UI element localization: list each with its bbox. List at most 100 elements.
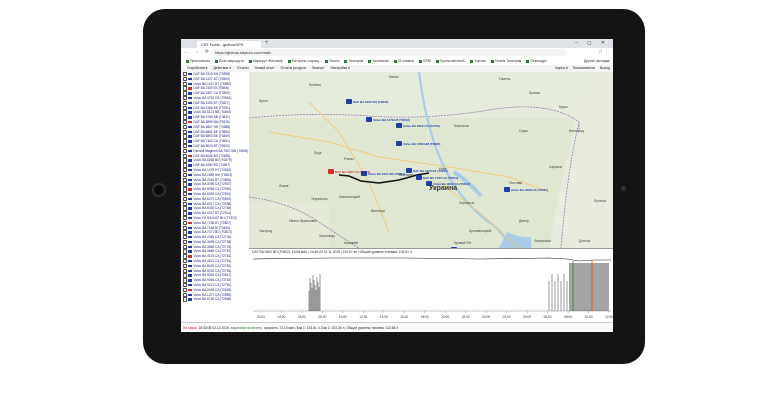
vehicle-checkbox[interactable] [183,182,188,187]
bookmark-item[interactable]: Контроль сокращ. [287,57,320,65]
map-view[interactable]: Минск Брест Гомель Любань Киев Житомир Ровно Лу… [249,72,613,248]
fuel-graph[interactable]: 02:00 04:00 06:00 08:00 10:00 12:00 14:00 16:00… [249,249,613,323]
vehicle-checkbox[interactable] [183,91,188,96]
bookmark-item[interactable]: Globusgps [526,57,546,65]
vehicle-checkbox[interactable] [183,72,188,77]
vehicle-checkbox[interactable] [183,86,188,91]
vehicle-checkbox[interactable] [183,206,188,211]
vehicle-checkbox[interactable] [183,172,188,178]
truck-icon [188,120,193,124]
menu-item-right[interactable]: Пользователи [573,66,595,70]
menu-item[interactable]: Новый отчет [255,65,275,72]
bookmark-item[interactable]: CRM [418,57,431,65]
vehicle-marker[interactable]: Volvo BA 1478 HT (T0810) [366,117,410,122]
nav-buttons[interactable]: ← → ⟳ [184,49,211,55]
vehicle-checkbox[interactable] [183,148,188,154]
vehicle-checkbox[interactable] [183,201,188,206]
bookmark-item[interactable]: Smarts Телеграм [490,57,521,65]
vehicle-marker[interactable]: DAF BA 7160 CA (T0831) [416,175,458,180]
bookmark-item[interactable]: Приложения [186,57,210,65]
bookmark-item[interactable]: Телеграм [344,57,363,65]
bookmark-item[interactable]: План маршрута [214,57,244,65]
vehicle-checkbox[interactable] [183,196,188,202]
vehicle-checkbox[interactable] [183,158,188,163]
vehicle-marker[interactable]: DAF BA 8045 BO (T0835) [346,99,388,104]
vehicle-checkbox[interactable] [183,177,188,182]
vehicle-checkbox[interactable] [183,153,188,158]
vehicle-checkbox[interactable] [183,191,188,197]
vehicle-checkbox[interactable] [183,297,188,302]
menu-item-right[interactable]: Выход [600,66,610,70]
vehicle-checkbox[interactable] [183,239,188,245]
vehicle-checkbox[interactable] [183,268,188,274]
browser-tab[interactable]: CAT Fuels - globusGPS [197,41,261,48]
menu-item[interactable]: Устройства ▾ [187,65,207,72]
vehicle-marker[interactable]: Volvo BA 5121 BB (T0861) [361,171,405,176]
vehicle-checkbox[interactable] [183,287,188,293]
time-tick-label: 06:00 [544,315,552,319]
vehicle-checkbox[interactable] [183,263,188,269]
vehicle-marker[interactable]: Volvo BA 3098 CA (T2597) [504,187,548,192]
vehicle-checkbox[interactable] [183,259,188,264]
vehicle-checkbox[interactable] [183,100,188,106]
window-controls[interactable]: – ◻ ✕ [575,40,609,46]
vehicle-checkbox[interactable] [183,110,188,115]
menu-item[interactable]: Отчеты ресурса [281,65,306,72]
vehicle-checkbox[interactable] [183,249,188,254]
bookmark-item[interactable]: Хартия [470,57,486,65]
bookmark-icon [248,59,252,63]
vehicle-checkbox[interactable] [183,220,188,226]
url-input[interactable]: https://globus.sbytom.com/main [211,49,567,56]
menu-item[interactable]: Отчеты [237,65,249,72]
vehicle-checkbox[interactable] [183,211,188,216]
vehicle-checkbox[interactable] [183,283,188,288]
vehicle-checkbox[interactable] [183,254,188,259]
vehicle-checkbox[interactable] [183,235,188,240]
menu-item-right[interactable]: Карты ▾ [555,66,567,70]
vehicle-checkbox[interactable] [183,244,188,250]
vehicle-marker[interactable]: Volvo BA 1589 HM (T0823) [396,141,440,146]
vehicle-checkbox[interactable] [183,139,188,144]
new-tab-button[interactable]: + [265,40,269,46]
vehicle-checkbox[interactable] [183,215,188,221]
bookmark-item[interactable]: Маршрут Житомир [248,57,283,65]
vehicle-checkbox[interactable] [183,115,188,120]
vehicle-checkbox[interactable] [183,278,188,283]
vehicle-checkbox[interactable] [183,129,188,134]
vehicle-checkbox[interactable] [183,167,188,173]
vehicle-checkbox[interactable] [183,124,188,130]
vehicle-checkbox[interactable] [183,273,188,278]
vehicle-checkbox[interactable] [183,134,188,139]
vehicle-checkbox[interactable] [183,95,188,101]
vehicle-marker[interactable]: Volvo BA 8429 CA (T2752) [396,123,440,128]
home-button[interactable] [152,183,166,197]
vehicle-checkbox[interactable] [183,81,188,86]
vehicle-checkbox[interactable] [183,187,188,192]
speed-spikes [308,274,568,311]
bookmark-item[interactable]: Группа автомоб. [435,57,465,65]
vehicle-checkbox[interactable] [183,105,188,110]
city-label: Черкассы [459,201,475,205]
vehicle-checkbox[interactable] [183,163,188,168]
vehicle-marker[interactable]: DAF BA 5106 BT (T2827) [406,168,448,173]
menu-item[interactable]: Действия ▾ [213,65,231,72]
bookmark-label: 23 кламер [397,59,414,63]
menu-item[interactable]: Экспорт [312,65,325,72]
status-prefix: На связи, [183,326,198,330]
bookmark-item[interactable]: 23 кламер [393,57,414,65]
vehicle-checkbox[interactable] [183,119,188,125]
menu-item[interactable]: Настройки ▾ [331,65,350,72]
vehicle-checkbox[interactable] [183,76,188,82]
vehicle-checkbox[interactable] [183,225,188,230]
bookmark-item[interactable]: Хатинская [368,57,389,65]
map-canvas[interactable]: МинскБрестГомельЛюбаньКиевЖитомирРовноЛу… [249,72,613,248]
country-label: Украина [429,185,457,192]
vehicle-checkbox[interactable] [183,292,188,298]
bookmark-star-icon[interactable]: ☆ ⋮ [598,49,609,55]
vehicle-list-item[interactable]: Volvo BA 9726 CA (T2856) [181,297,249,302]
vehicle-checkbox[interactable] [183,143,188,149]
vehicle-checkbox[interactable] [183,230,188,235]
time-tick-label: 02:00 [257,315,265,319]
other-bookmarks[interactable]: Другие закладки [584,57,610,65]
bookmark-item[interactable]: Пошта [324,57,339,65]
